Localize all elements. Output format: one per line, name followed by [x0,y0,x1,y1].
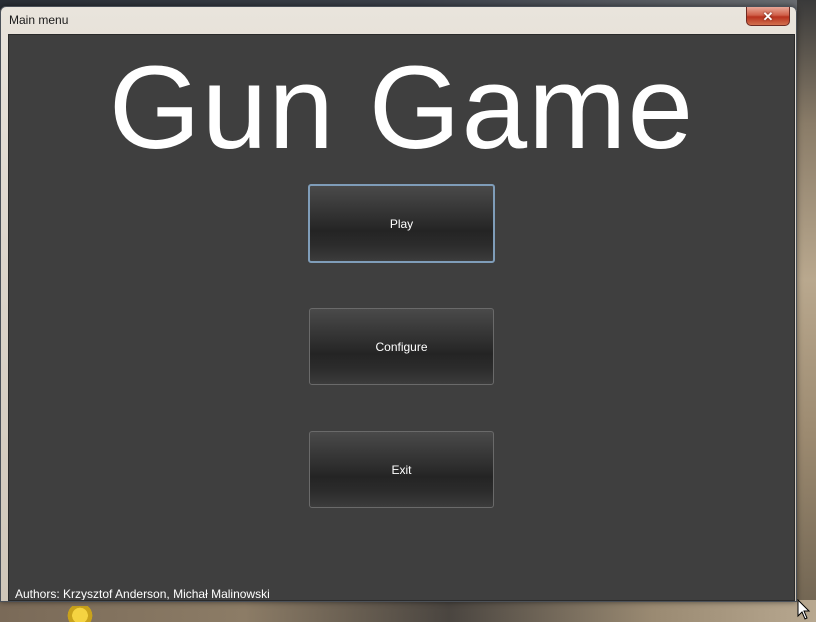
mouse-pointer-icon [797,599,811,620]
desktop-background-right [797,0,816,622]
play-button-label: Play [389,216,414,231]
client-area: Gun Game Play Configure Exit Authors: Kr… [8,34,795,601]
window-title: Main menu [9,13,69,27]
configure-button[interactable]: Configure [309,308,494,385]
desktop-background-bottom [0,600,816,622]
exit-button-label: Exit [391,462,412,477]
authors-label: Authors: Krzysztof Anderson, Michał Mali… [15,587,270,601]
close-button[interactable]: ✕ [746,7,790,26]
game-title: Gun Game [108,42,695,174]
configure-button-label: Configure [375,339,428,354]
title-bar[interactable]: Main menu ✕ [1,7,796,33]
main-menu-window: Main menu ✕ Gun Game Play Configure Exit… [0,6,797,602]
desktop-icon [60,606,100,622]
close-icon: ✕ [762,8,774,24]
play-button[interactable]: Play [308,184,495,263]
exit-button[interactable]: Exit [309,431,494,508]
